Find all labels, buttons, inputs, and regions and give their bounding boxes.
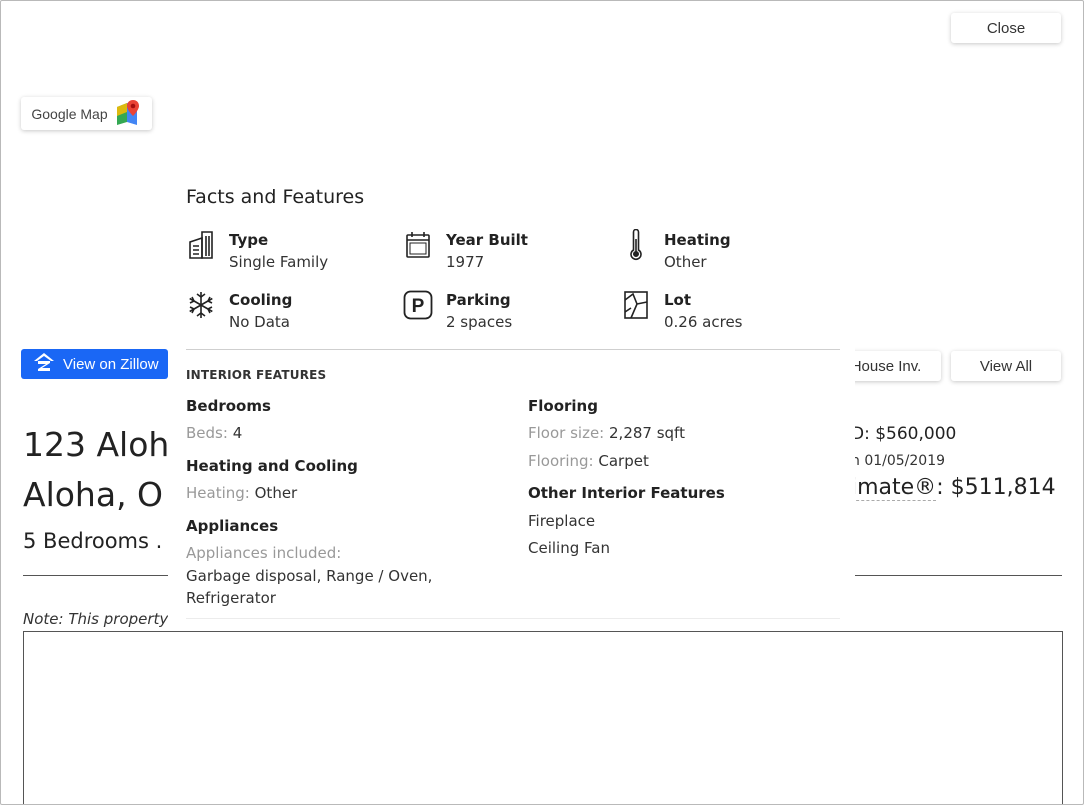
- lot-icon: [621, 289, 651, 321]
- popover-title: Facts and Features: [186, 186, 365, 208]
- fact-parking: P Parking 2 spaces: [403, 289, 512, 333]
- fact-title: Heating: [664, 231, 731, 249]
- fact-heating: Heating Other: [621, 229, 731, 273]
- popover-divider: [186, 349, 840, 350]
- appliances-key: Appliances included:: [186, 544, 342, 562]
- google-map-button[interactable]: Google Map: [21, 97, 152, 130]
- list-item: Fireplace: [528, 512, 596, 530]
- property-note: Note: This property is: [23, 610, 186, 628]
- fact-value: 1977: [446, 253, 485, 271]
- popover-bottom-divider: [186, 618, 840, 619]
- property-modal: Close Google Map View on Zillow House In…: [0, 0, 1084, 805]
- thermometer-icon: [621, 229, 651, 261]
- flooring-type-key: Flooring:: [528, 452, 594, 470]
- fact-year-built: Year Built 1977: [403, 229, 528, 273]
- address-line-2: Aloha, O: [23, 475, 164, 514]
- fact-title: Lot: [664, 291, 692, 309]
- sold-date: n 01/05/2019: [851, 453, 946, 469]
- fact-cooling: Cooling No Data: [186, 289, 292, 333]
- appliances-line-1: Garbage disposal, Range / Oven,: [186, 567, 433, 585]
- fact-value: No Data: [229, 313, 290, 331]
- view-all-label: View All: [979, 357, 1033, 375]
- appliances-heading: Appliances: [186, 517, 279, 535]
- interior-features-heading: INTERIOR FEATURES: [186, 368, 327, 382]
- facts-features-popover: Facts and Features Type Single Family Ye…: [168, 169, 855, 624]
- svg-text:P: P: [412, 296, 425, 317]
- flooring-heading: Flooring: [528, 397, 598, 415]
- view-all-button[interactable]: View All: [951, 351, 1061, 381]
- address-line-1: 123 Aloh: [23, 425, 170, 464]
- fact-value: 2 spaces: [446, 313, 513, 331]
- zillow-icon: [21, 352, 63, 376]
- floor-size-row: Floor size: 2,287 sqft: [528, 424, 685, 442]
- fact-title: Year Built: [446, 231, 528, 249]
- close-button[interactable]: Close: [951, 13, 1061, 43]
- zestimate-label[interactable]: imate®: [851, 475, 937, 501]
- beds-row: Beds: 4: [186, 424, 242, 442]
- fact-lot: Lot 0.26 acres: [621, 289, 743, 333]
- floor-size-value: 2,287 sqft: [609, 424, 685, 442]
- google-map-label: Google Map: [31, 105, 108, 122]
- fact-title: Type: [229, 231, 269, 249]
- list-item: Ceiling Fan: [528, 539, 610, 557]
- google-maps-icon: [114, 98, 142, 129]
- map-container[interactable]: [23, 631, 1063, 804]
- other-interior-heading: Other Interior Features: [528, 484, 725, 502]
- zestimate-value: : $511,814: [936, 475, 1056, 500]
- fact-value: 0.26 acres: [664, 313, 743, 331]
- calendar-icon: [403, 229, 433, 261]
- house-inv-label: House Inv.: [850, 357, 922, 375]
- heating-value: Other: [254, 484, 298, 502]
- sold-price: D: $560,000: [851, 424, 957, 444]
- beds-value: 4: [232, 424, 243, 442]
- heating-cooling-heading: Heating and Cooling: [186, 457, 358, 475]
- bedrooms-summary: 5 Bedrooms .: [23, 529, 163, 553]
- view-on-zillow-label: View on Zillow: [63, 355, 159, 373]
- close-button-label: Close: [986, 19, 1026, 37]
- view-on-zillow-button[interactable]: View on Zillow: [21, 349, 168, 379]
- fact-type: Type Single Family: [186, 229, 328, 273]
- snowflake-icon: [186, 289, 216, 321]
- floor-size-key: Floor size:: [528, 424, 605, 442]
- fact-value: Other: [664, 253, 707, 271]
- heating-row: Heating: Other: [186, 484, 297, 502]
- parking-icon: P: [403, 289, 433, 321]
- flooring-type-value: Carpet: [598, 452, 649, 470]
- beds-key: Beds:: [186, 424, 228, 442]
- building-icon: [186, 229, 216, 261]
- fact-title: Parking: [446, 291, 511, 309]
- fact-title: Cooling: [229, 291, 293, 309]
- flooring-type-row: Flooring: Carpet: [528, 452, 649, 470]
- fact-value: Single Family: [229, 253, 329, 271]
- appliances-line-2: Refrigerator: [186, 589, 276, 607]
- bedrooms-heading: Bedrooms: [186, 397, 271, 415]
- zestimate: imate®: $511,814: [851, 475, 1056, 501]
- heating-key: Heating:: [186, 484, 250, 502]
